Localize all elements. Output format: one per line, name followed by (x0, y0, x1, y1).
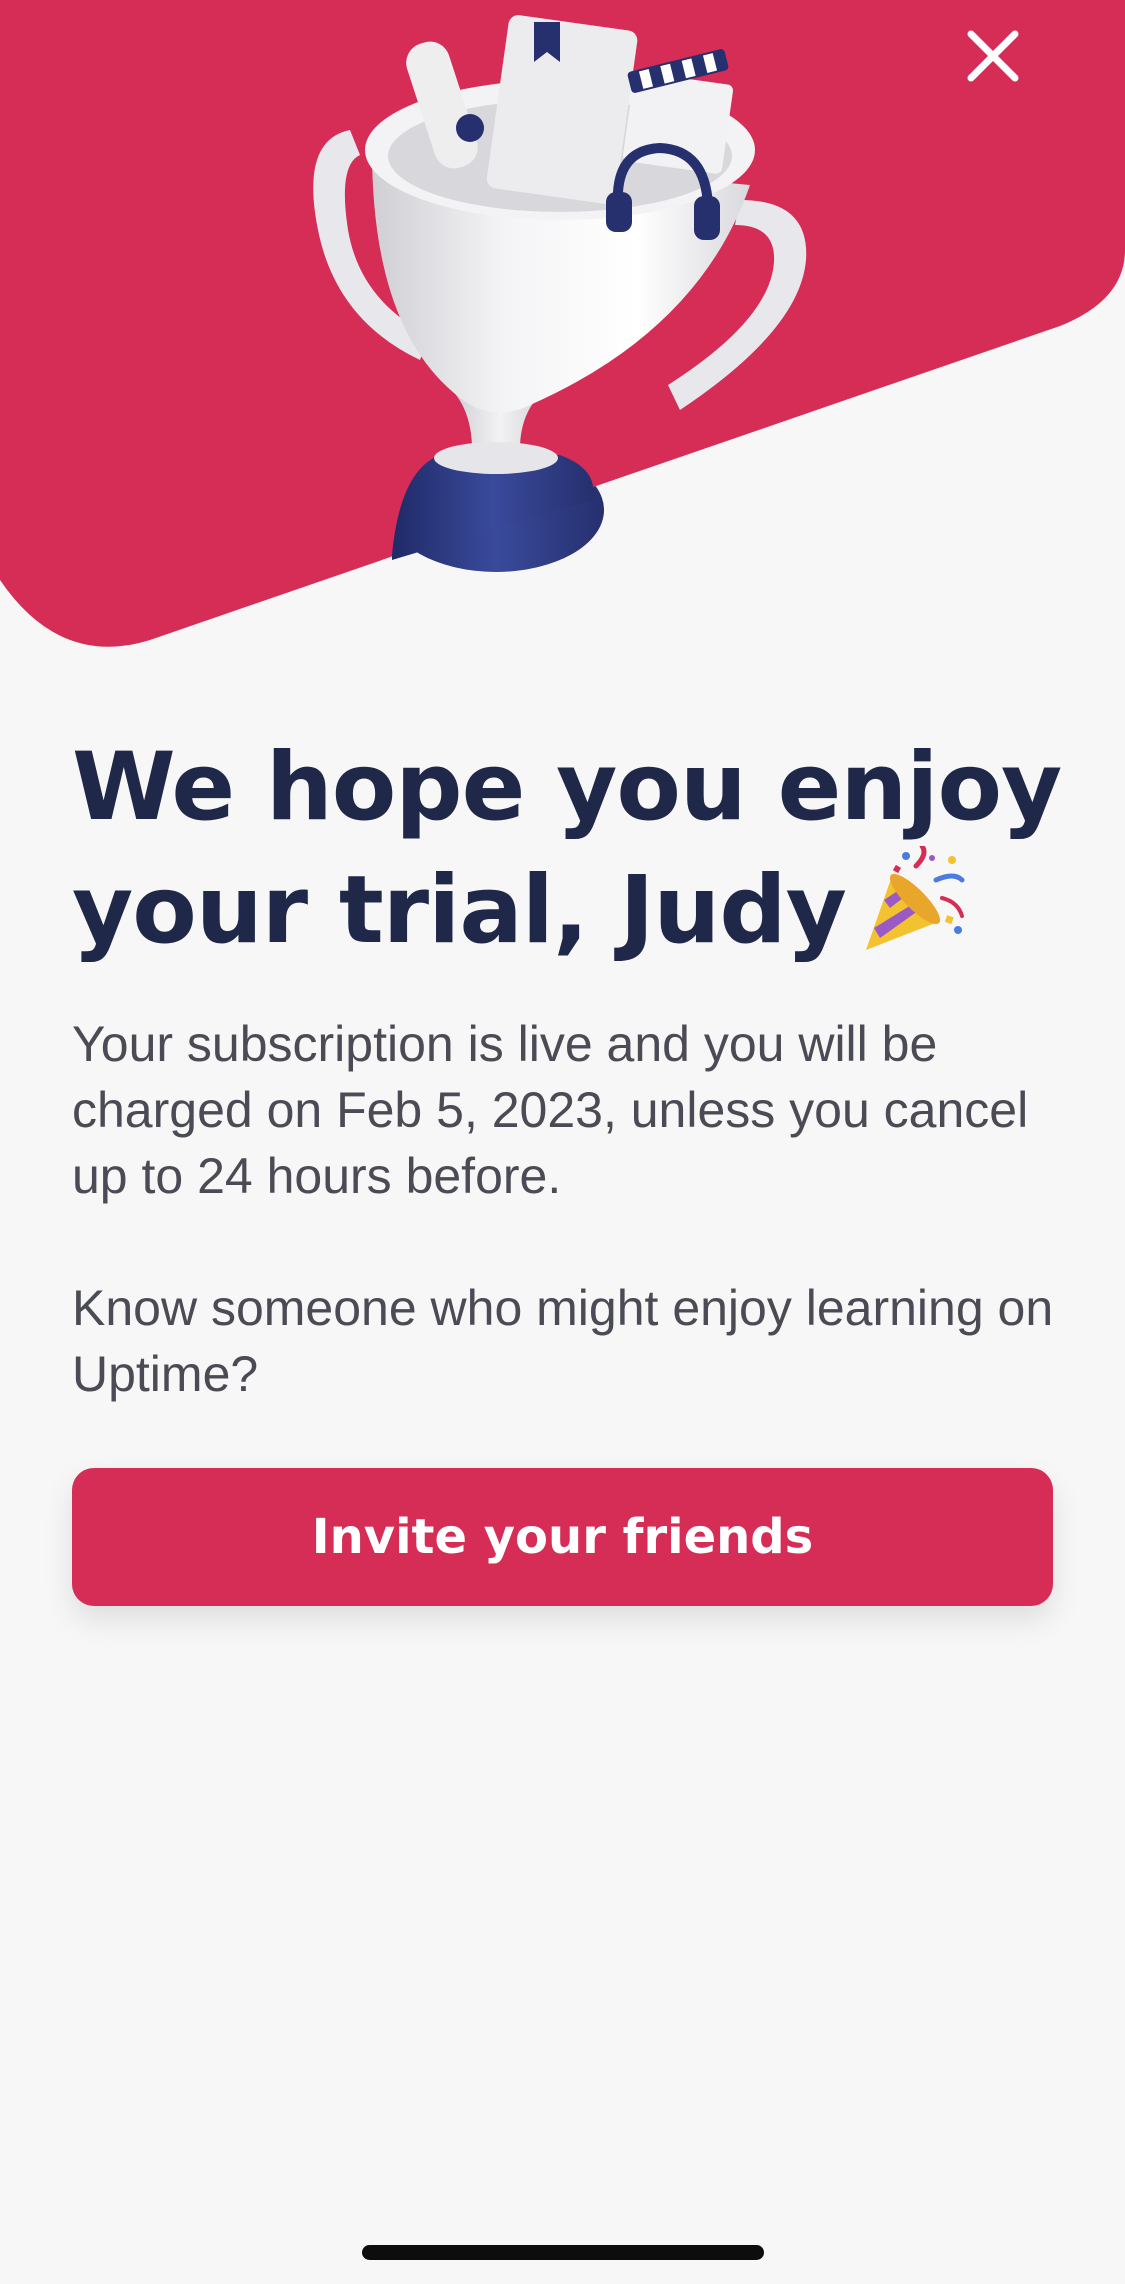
invite-friends-button[interactable]: Invite your friends (72, 1468, 1053, 1606)
subscription-text: Your subscription is live and you will b… (72, 1016, 1029, 1204)
page-title: We hope you enjoy your trial, Judy (72, 730, 1062, 969)
referral-text: Know someone who might enjoy learning on… (72, 1280, 1054, 1402)
trophy-illustration (0, 0, 1125, 647)
main-content: We hope you enjoy your trial, Judy Your … (72, 730, 1062, 1407)
invite-friends-label: Invite your friends (311, 1509, 814, 1565)
hero-banner (0, 0, 1125, 660)
close-button[interactable] (955, 18, 1031, 94)
close-icon (967, 30, 1019, 82)
home-indicator (362, 2245, 764, 2260)
party-popper-icon (858, 843, 968, 956)
